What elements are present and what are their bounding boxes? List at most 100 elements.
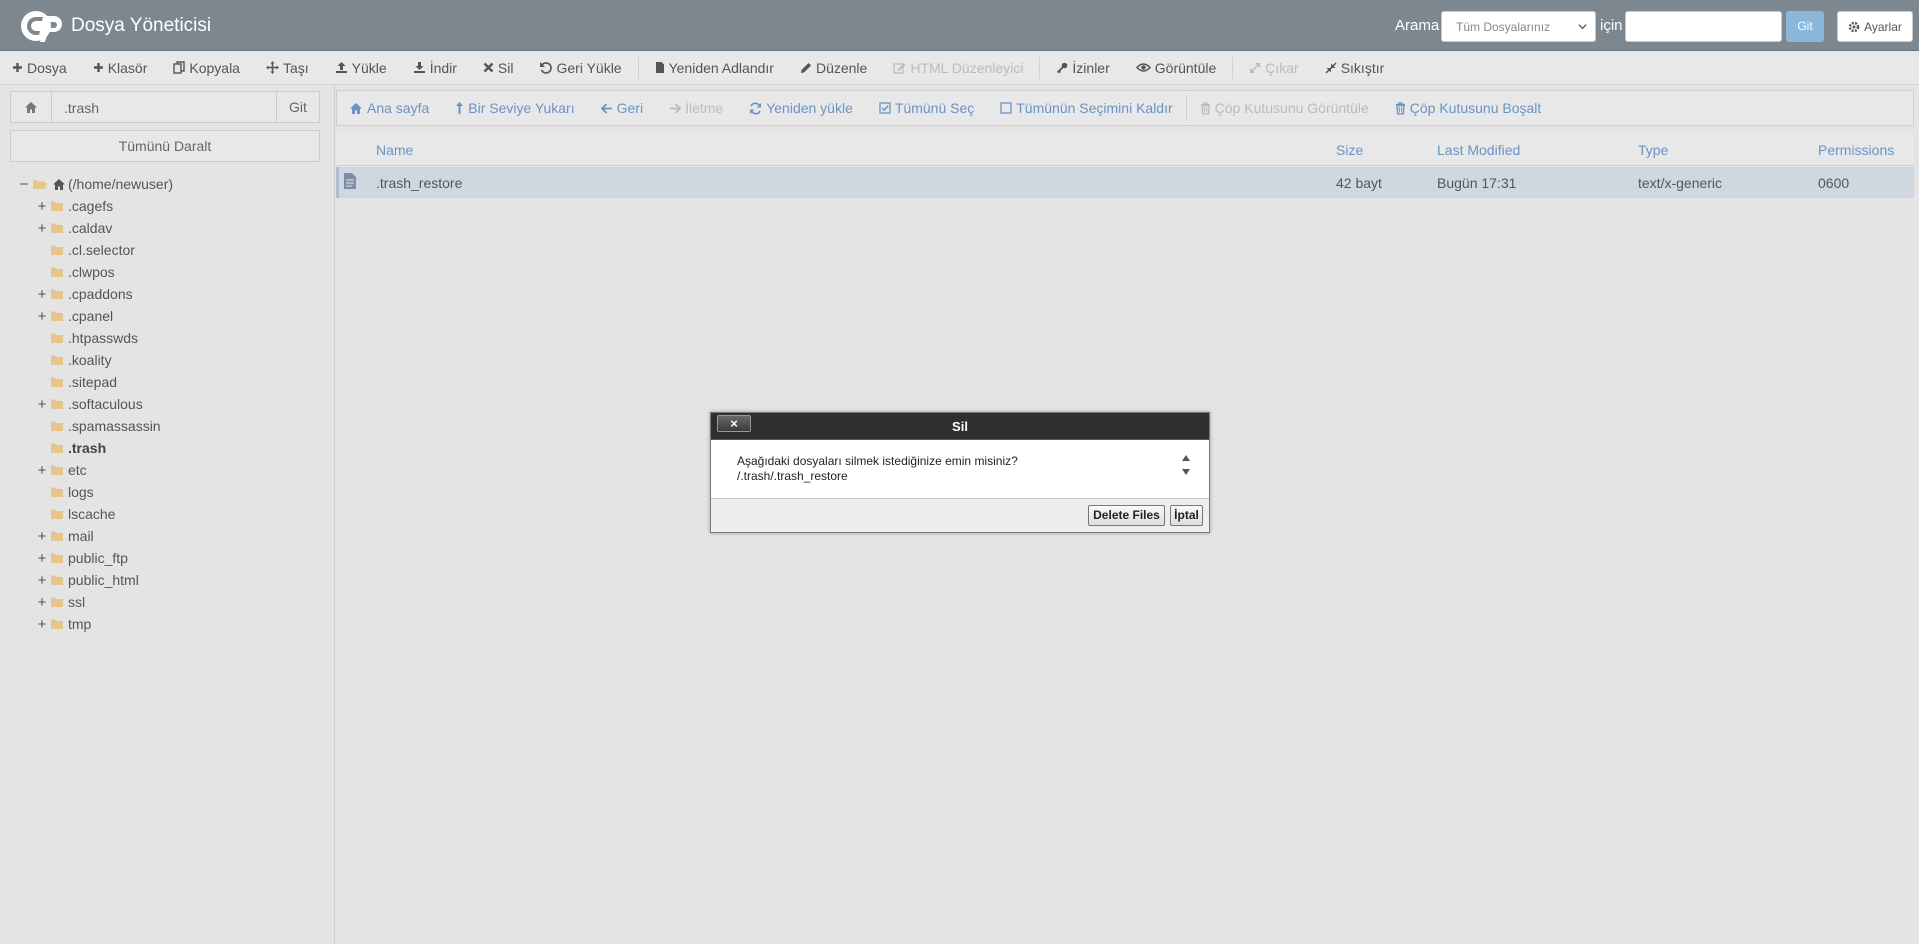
delete-files-button[interactable]: Delete Files [1088,505,1165,526]
toolbar-cikar-button[interactable]: Çıkar [1249,59,1299,76]
scroll-up-icon[interactable] [1181,454,1191,462]
settings-button[interactable]: Ayarlar [1837,11,1913,42]
toolbar-html-duzenleyici-button[interactable]: HTML Düzenleyici [893,60,1023,76]
path-go-button[interactable]: Git [276,92,319,122]
collapse-all-button[interactable]: Tümünü Daralt [10,130,320,162]
nav-iletme-button[interactable]: İletme [669,100,723,116]
toolbar-sil-button[interactable]: Sil [483,60,513,76]
toolbar-yeniden-adlandir-button[interactable]: Yeniden Adlandır [655,60,774,76]
toolbar-kopyala-button[interactable]: Kopyala [173,60,240,76]
edit-icon [893,62,906,74]
expand-icon[interactable]: + [36,528,48,545]
toolbar-izinler-button[interactable]: İzinler [1056,60,1110,76]
expand-icon[interactable]: + [36,594,48,611]
scroll-down-icon[interactable] [1181,468,1191,476]
tree-item-caldav[interactable]: + .caldav [36,217,113,239]
folder-icon [50,310,64,322]
toolbar-item-label: Kopyala [189,59,240,76]
tree-item-cagefs[interactable]: + .cagefs [36,195,114,217]
tree-item-logs[interactable]: logs [36,481,94,503]
column-size[interactable]: Size [1336,142,1363,158]
expand-icon[interactable]: + [36,616,48,633]
tree-item-sitepad[interactable]: .sitepad [36,371,117,393]
tree-item-lscache[interactable]: lscache [36,503,115,525]
tree-item-label: .softaculous [68,396,143,412]
expand-icon[interactable]: + [36,396,48,413]
nav-ana-sayfa-button[interactable]: Ana sayfa [349,100,429,116]
folder-icon [50,398,64,410]
expand-icon[interactable]: + [36,220,48,237]
collapse-icon[interactable]: − [18,176,30,193]
tree-item-home-newuser[interactable]: − (/home/newuser) [18,173,173,195]
folder-icon [50,508,64,520]
navigation-bar: Ana sayfa Bir Seviye Yukarı Geri İletme Yeni… [336,90,1914,126]
toolbar-duzenle-button[interactable]: Düzenle [800,60,867,76]
tree-item-mail[interactable]: + mail [36,525,94,547]
toolbar-indir-button[interactable]: İndir [413,60,457,76]
folder-icon [50,222,64,234]
folder-icon [50,376,64,388]
tree-item-label: .sitepad [68,374,118,390]
toolbar-sikistir-button[interactable]: Sıkıştır [1325,60,1384,76]
expand-icon[interactable]: + [36,308,48,325]
cancel-button[interactable]: İptal [1170,505,1203,526]
tree-item-spamassassin[interactable]: .spamassassin [36,415,161,437]
toolbar-goruntule-button[interactable]: Görüntüle [1135,60,1216,76]
tree-item-softaculous[interactable]: + .softaculous [36,393,143,415]
search-input[interactable] [1625,11,1782,42]
home-icon [349,102,363,115]
tree-item-cpaddons[interactable]: + .cpaddons [36,283,133,305]
search-go-button[interactable]: Git [1786,11,1824,42]
column-type[interactable]: Type [1638,142,1668,158]
tree-item-label: .spamassassin [68,418,161,434]
table-row[interactable]: .trash_restore 42 bayt Bugün 17:31 text/… [336,167,1914,198]
toolbar-dosya-button[interactable]: Dosya [12,60,67,76]
tree-item-cl-selector[interactable]: .cl.selector [36,239,135,261]
toolbar-klasor-button[interactable]: Klasör [93,60,147,76]
plus-icon [12,62,23,73]
nav-item-label: Ana sayfa [367,100,430,116]
toolbar-item-label: Çıkar [1265,59,1299,76]
nav-item-label: Tümünün Seçimini Kaldır [1016,100,1173,116]
tree-item-label: tmp [68,616,92,632]
dialog-file-path: /.trash/.trash_restore [737,469,848,483]
tree-item-htpasswds[interactable]: .htpasswds [36,327,138,349]
nav-bir-seviye-yukari-button[interactable]: Bir Seviye Yukarı [455,100,575,116]
tree-item-ssl[interactable]: + ssl [36,591,86,613]
nav-geri-button[interactable]: Geri [600,100,643,116]
expand-icon[interactable]: + [36,286,48,303]
column-last-modified[interactable]: Last Modified [1437,142,1520,158]
nav-yeniden-yukle-button[interactable]: Yeniden yükle [749,100,853,116]
nav-tumunun-secimini-kaldir-button[interactable]: Tümünün Seçimini Kaldır [1000,100,1173,116]
nav-cop-kutusunu-bosalt-button[interactable]: Çöp Kutusunu Boşalt [1395,100,1541,116]
dialog-scrollbar[interactable] [1181,454,1191,476]
tree-item-label: .cagefs [68,198,114,214]
column-name[interactable]: Name [376,142,413,158]
path-input[interactable]: .trash [52,92,276,122]
nav-cop-kutusunu-goruntule-button[interactable]: Çöp Kutusunu Görüntüle [1200,100,1369,116]
file-size: 42 bayt [1336,175,1382,191]
tree-item-public-ftp[interactable]: + public_ftp [36,547,128,569]
tree-item-cpanel[interactable]: + .cpanel [36,305,114,327]
tree-item-trash[interactable]: .trash [36,437,106,459]
home-icon[interactable] [11,92,52,122]
tree-item-tmp[interactable]: + tmp [36,613,92,635]
expand-icon[interactable]: + [36,550,48,567]
tree-item-label: .trash [68,440,107,456]
column-permissions[interactable]: Permissions [1818,142,1894,158]
expand-icon[interactable]: + [36,198,48,215]
toolbar-geri-yukle-button[interactable]: Geri Yükle [539,60,622,76]
expand-icon[interactable]: + [36,572,48,589]
tree-item-koality[interactable]: .koality [36,349,112,371]
tree-item-etc[interactable]: + etc [36,459,87,481]
cpanel-logo-icon[interactable] [20,10,66,42]
nav-tumunu-sec-button[interactable]: Tümünü Seç [879,100,974,116]
search-scope-select[interactable]: Tüm Dosyalarınız [1441,11,1596,42]
tree-item-clwpos[interactable]: .clwpos [36,261,115,283]
toolbar-tasi-button[interactable]: Taşı [265,60,309,76]
toolbar-yukle-button[interactable]: Yükle [335,60,387,76]
expand-icon[interactable]: + [36,462,48,479]
settings-label: Ayarlar [1864,19,1902,34]
toolbar-item-label: Yeniden Adlandır [668,59,774,76]
tree-item-public-html[interactable]: + public_html [36,569,139,591]
